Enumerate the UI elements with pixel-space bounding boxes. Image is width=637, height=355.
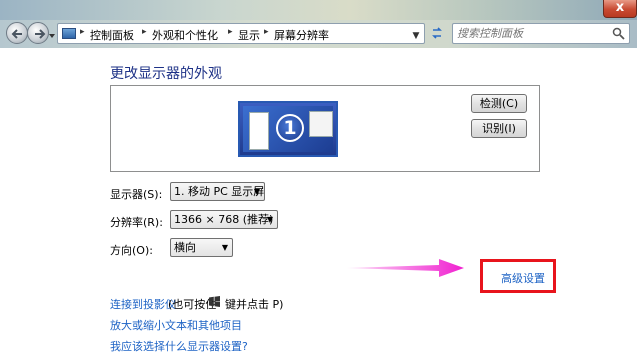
breadcrumb-separator-icon: ▸ bbox=[142, 27, 147, 37]
resolution-label: 分辨率(R): bbox=[110, 216, 163, 229]
chevron-down-icon: ▼ bbox=[412, 31, 420, 41]
refresh-button[interactable] bbox=[428, 23, 446, 44]
detect-button[interactable]: 检测(C) bbox=[471, 94, 527, 113]
chevron-down-icon bbox=[49, 34, 55, 38]
recent-pages-dropdown[interactable] bbox=[48, 29, 56, 38]
monitor-icon[interactable]: 1 bbox=[238, 101, 338, 157]
breadcrumb-separator-icon: ▸ bbox=[228, 27, 233, 37]
search-box[interactable] bbox=[452, 23, 630, 44]
forward-arrow-icon bbox=[35, 29, 46, 39]
display-label: 显示器(S): bbox=[110, 188, 163, 201]
text-size-link[interactable]: 放大或缩小文本和其他项目 bbox=[110, 317, 242, 333]
refresh-icon bbox=[432, 27, 442, 39]
search-icon bbox=[612, 27, 625, 40]
monitor-number-badge: 1 bbox=[276, 114, 304, 142]
window-thumbnail bbox=[309, 111, 333, 137]
breadcrumb-appearance[interactable]: 外观和个性化 bbox=[152, 27, 218, 43]
orientation-label: 方向(O): bbox=[110, 244, 153, 257]
advanced-settings-link[interactable]: 高级设置 bbox=[501, 270, 545, 286]
back-button[interactable] bbox=[6, 22, 28, 44]
chevron-down-icon: ▼ bbox=[266, 215, 273, 224]
close-button[interactable]: x bbox=[603, 0, 637, 18]
connect-projector-link[interactable]: 连接到投影仪 bbox=[110, 296, 176, 312]
title-bar: x bbox=[0, 0, 637, 20]
orientation-select[interactable]: 横向 ▼ bbox=[170, 238, 233, 257]
resolution-select[interactable]: 1366 × 768 (推荐) ▼ bbox=[170, 210, 278, 229]
breadcrumb-display[interactable]: 显示 bbox=[238, 27, 260, 43]
breadcrumb-separator-icon: ▸ bbox=[80, 27, 85, 37]
orientation-select-value: 横向 bbox=[174, 241, 196, 254]
annotation-arrow-icon bbox=[347, 259, 464, 277]
search-input[interactable] bbox=[457, 26, 607, 41]
projector-hint-suffix: 键并点击 P) bbox=[225, 298, 284, 311]
chevron-down-icon: ▼ bbox=[253, 187, 260, 196]
display-select[interactable]: 1. 移动 PC 显示屏 ▼ bbox=[170, 182, 265, 201]
display-select-value: 1. 移动 PC 显示屏 bbox=[174, 185, 265, 198]
display-preview-panel: 1 检测(C) 识别(I) bbox=[110, 85, 540, 172]
chevron-down-icon: ▼ bbox=[221, 243, 228, 252]
address-dropdown-button[interactable]: ▼ bbox=[409, 27, 423, 45]
breadcrumb-control-panel[interactable]: 控制面板 bbox=[90, 27, 134, 43]
windows-logo-icon bbox=[209, 296, 220, 307]
control-panel-icon bbox=[62, 28, 76, 39]
close-icon: x bbox=[615, 0, 625, 15]
forward-button[interactable] bbox=[27, 22, 49, 44]
breadcrumb-screen-resolution[interactable]: 屏幕分辨率 bbox=[274, 27, 329, 43]
breadcrumb-separator-icon: ▸ bbox=[264, 27, 269, 37]
identify-button[interactable]: 识别(I) bbox=[471, 119, 527, 138]
which-display-settings-link[interactable]: 我应该选择什么显示器设置? bbox=[110, 338, 248, 354]
window-thumbnail bbox=[249, 112, 269, 150]
back-arrow-icon bbox=[11, 29, 22, 39]
resolution-select-value: 1366 × 768 (推荐) bbox=[174, 213, 274, 226]
address-bar[interactable]: ▸ 控制面板 ▸ 外观和个性化 ▸ 显示 ▸ 屏幕分辨率 bbox=[57, 23, 425, 44]
page-title: 更改显示器的外观 bbox=[110, 66, 222, 82]
